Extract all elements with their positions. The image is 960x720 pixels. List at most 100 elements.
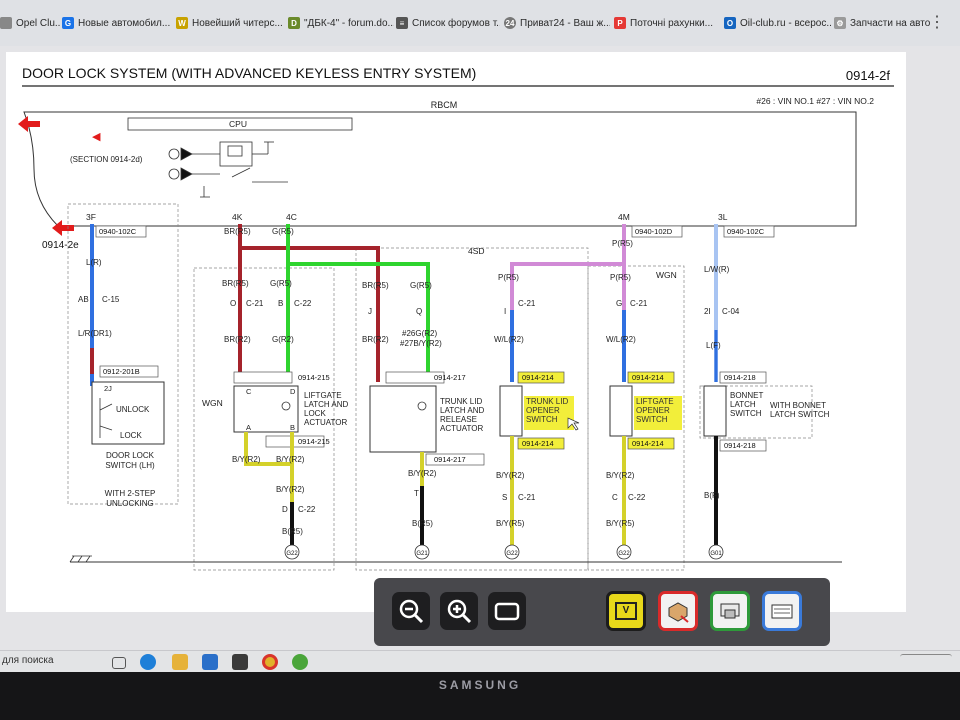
wire-label: BR(R5)	[222, 279, 249, 288]
chassis-ground-icon	[69, 555, 92, 563]
edge-icon[interactable]	[140, 654, 156, 670]
pin-label: C	[246, 387, 252, 396]
browser-tab[interactable]: D "ДБК-4" - forum.do...	[288, 12, 394, 34]
pin-4c: 4C	[286, 212, 297, 222]
browser-tab[interactable]: O Oil-club.ru - всерос...	[724, 12, 832, 34]
wire-label: P(R5)	[612, 239, 633, 248]
mail-icon[interactable]	[202, 654, 218, 670]
zoom-out-button[interactable]	[392, 592, 430, 630]
wire-label: BR(R5)	[362, 281, 389, 290]
browser-tab[interactable]: 24 Приват24 - Ваш ж...	[504, 12, 610, 34]
rbcm-internal-circuit	[168, 141, 288, 198]
voltage-view-button[interactable]: V	[606, 591, 646, 631]
zoom-out-icon	[399, 599, 424, 624]
wire-label: AB	[78, 295, 89, 304]
connector-label: C-22	[628, 493, 646, 502]
ref-box-text: 0914-217	[434, 455, 466, 464]
connector-label: C-22	[298, 505, 316, 514]
tab-favicon-icon: D	[288, 17, 300, 29]
browser-tab[interactable]: ⚙ Запчасти на авто -...	[834, 12, 930, 34]
ref-arrow-icon[interactable]	[52, 220, 74, 236]
wire-label: P(R5)	[498, 273, 519, 282]
connector-label: C-21	[246, 299, 264, 308]
ref-box-text: 0912-201B	[103, 367, 140, 376]
wire-label: J	[368, 307, 372, 316]
wire-label: G(R5)	[410, 281, 432, 290]
wire-label: #27B/Y(R2)	[400, 339, 442, 348]
tray-icons[interactable]	[900, 654, 952, 671]
ref-box-text: 0914-215	[298, 373, 330, 382]
browser-tab[interactable]: ≡ Список форумов т...	[396, 12, 500, 34]
harness-view-icon	[771, 604, 793, 619]
more-menu-icon[interactable]: ⋮	[926, 12, 948, 34]
pin-label: D	[290, 387, 296, 396]
ref-box-text: 0940-102C	[727, 227, 765, 236]
wire-label: B/Y(R2)	[232, 455, 261, 464]
torrent-icon[interactable]	[292, 654, 308, 670]
vin-note: #26 : VIN NO.1 #27 : VIN NO.2	[756, 96, 874, 106]
wire-pink	[510, 224, 626, 310]
wire-label: B/Y(R5)	[606, 519, 635, 528]
ref-box-text: 0914-214	[632, 373, 664, 382]
pin-label: B	[290, 423, 295, 432]
wire-label: L(R)	[86, 258, 102, 267]
zoom-in-button[interactable]	[440, 592, 478, 630]
connector-label: C-21	[518, 299, 536, 308]
wire-label: #26G(R2)	[402, 329, 437, 338]
trunk-latch-box	[369, 385, 437, 453]
tab-favicon-icon	[0, 17, 12, 29]
viewer-toolbar: V	[374, 578, 830, 646]
game-icon[interactable]	[232, 654, 248, 670]
liftgate-latch-label: LIFTGATE LATCH AND LOCK ACTUATOR	[304, 391, 349, 427]
wgn-right-label: WGN	[656, 270, 677, 280]
wire-label: I	[504, 307, 506, 316]
group-outlines	[67, 203, 813, 571]
wire-label: P(R5)	[610, 273, 631, 282]
wire-label: Q	[416, 307, 422, 316]
two-step-label: WITH 2-STEP UNLOCKING	[105, 489, 156, 508]
browser-tab[interactable]: Opel Clu...	[0, 12, 60, 34]
wire-label: B(R5)	[412, 519, 433, 528]
wiring-diagram-sheet: DOOR LOCK SYSTEM (WITH ADVANCED KEYLESS …	[6, 52, 906, 612]
ref-left-label: 0914-2e	[42, 240, 79, 251]
tab-favicon-icon: 24	[504, 17, 516, 29]
bonnet-latch-label: BONNET LATCH SWITCH	[730, 391, 763, 418]
section-arrow-icon[interactable]: ◀	[92, 131, 101, 143]
wire-label: S	[502, 493, 507, 502]
browser-tab[interactable]: P Поточні рахунки...	[614, 12, 720, 34]
wire-label: G(R5)	[272, 227, 294, 236]
wire-label: 2I	[704, 307, 711, 316]
ground-label: G22	[618, 551, 630, 557]
taskbar-search-label[interactable]: для поиска	[2, 655, 54, 666]
harness-view-button[interactable]	[762, 591, 802, 631]
pin-label: A	[246, 423, 251, 432]
ground-label: G22	[286, 551, 298, 557]
browser-tab[interactable]: W Новейший читерс...	[176, 12, 286, 34]
liftgate-opener-switch-box	[609, 385, 633, 437]
chrome-icon[interactable]	[262, 654, 278, 670]
connector-label: C-21	[630, 299, 648, 308]
wire-label: O	[230, 299, 236, 308]
ref-box-text: 0914-218	[724, 441, 756, 450]
ref-box-text: 0914-214	[522, 439, 554, 448]
wire-label: L/W(R)	[704, 265, 730, 274]
component-location-icon	[668, 602, 689, 623]
wire-label: B(R5)	[282, 527, 303, 536]
tab-favicon-icon: P	[614, 17, 626, 29]
component-location-button[interactable]	[658, 591, 698, 631]
tab-label: Приват24 - Ваш ж...	[520, 17, 610, 29]
page-code: 0914-2f	[846, 68, 890, 83]
tab-favicon-icon: O	[724, 17, 736, 29]
tab-favicon-icon: G	[62, 17, 74, 29]
task-view-icon[interactable]	[112, 657, 126, 669]
tab-label: Oil-club.ru - всерос...	[740, 17, 832, 29]
fit-screen-button[interactable]	[488, 592, 526, 630]
wire-label: B/Y(R2)	[276, 455, 305, 464]
wire-label: G(R2)	[272, 335, 294, 344]
wire-label: D	[282, 505, 288, 514]
browser-tab[interactable]: G Новые автомобил...	[62, 12, 174, 34]
folder-icon[interactable]	[172, 654, 188, 670]
wire-label: BR(R2)	[362, 335, 389, 344]
connector-view-button[interactable]	[710, 591, 750, 631]
document-viewer: DOOR LOCK SYSTEM (WITH ADVANCED KEYLESS …	[0, 46, 960, 652]
